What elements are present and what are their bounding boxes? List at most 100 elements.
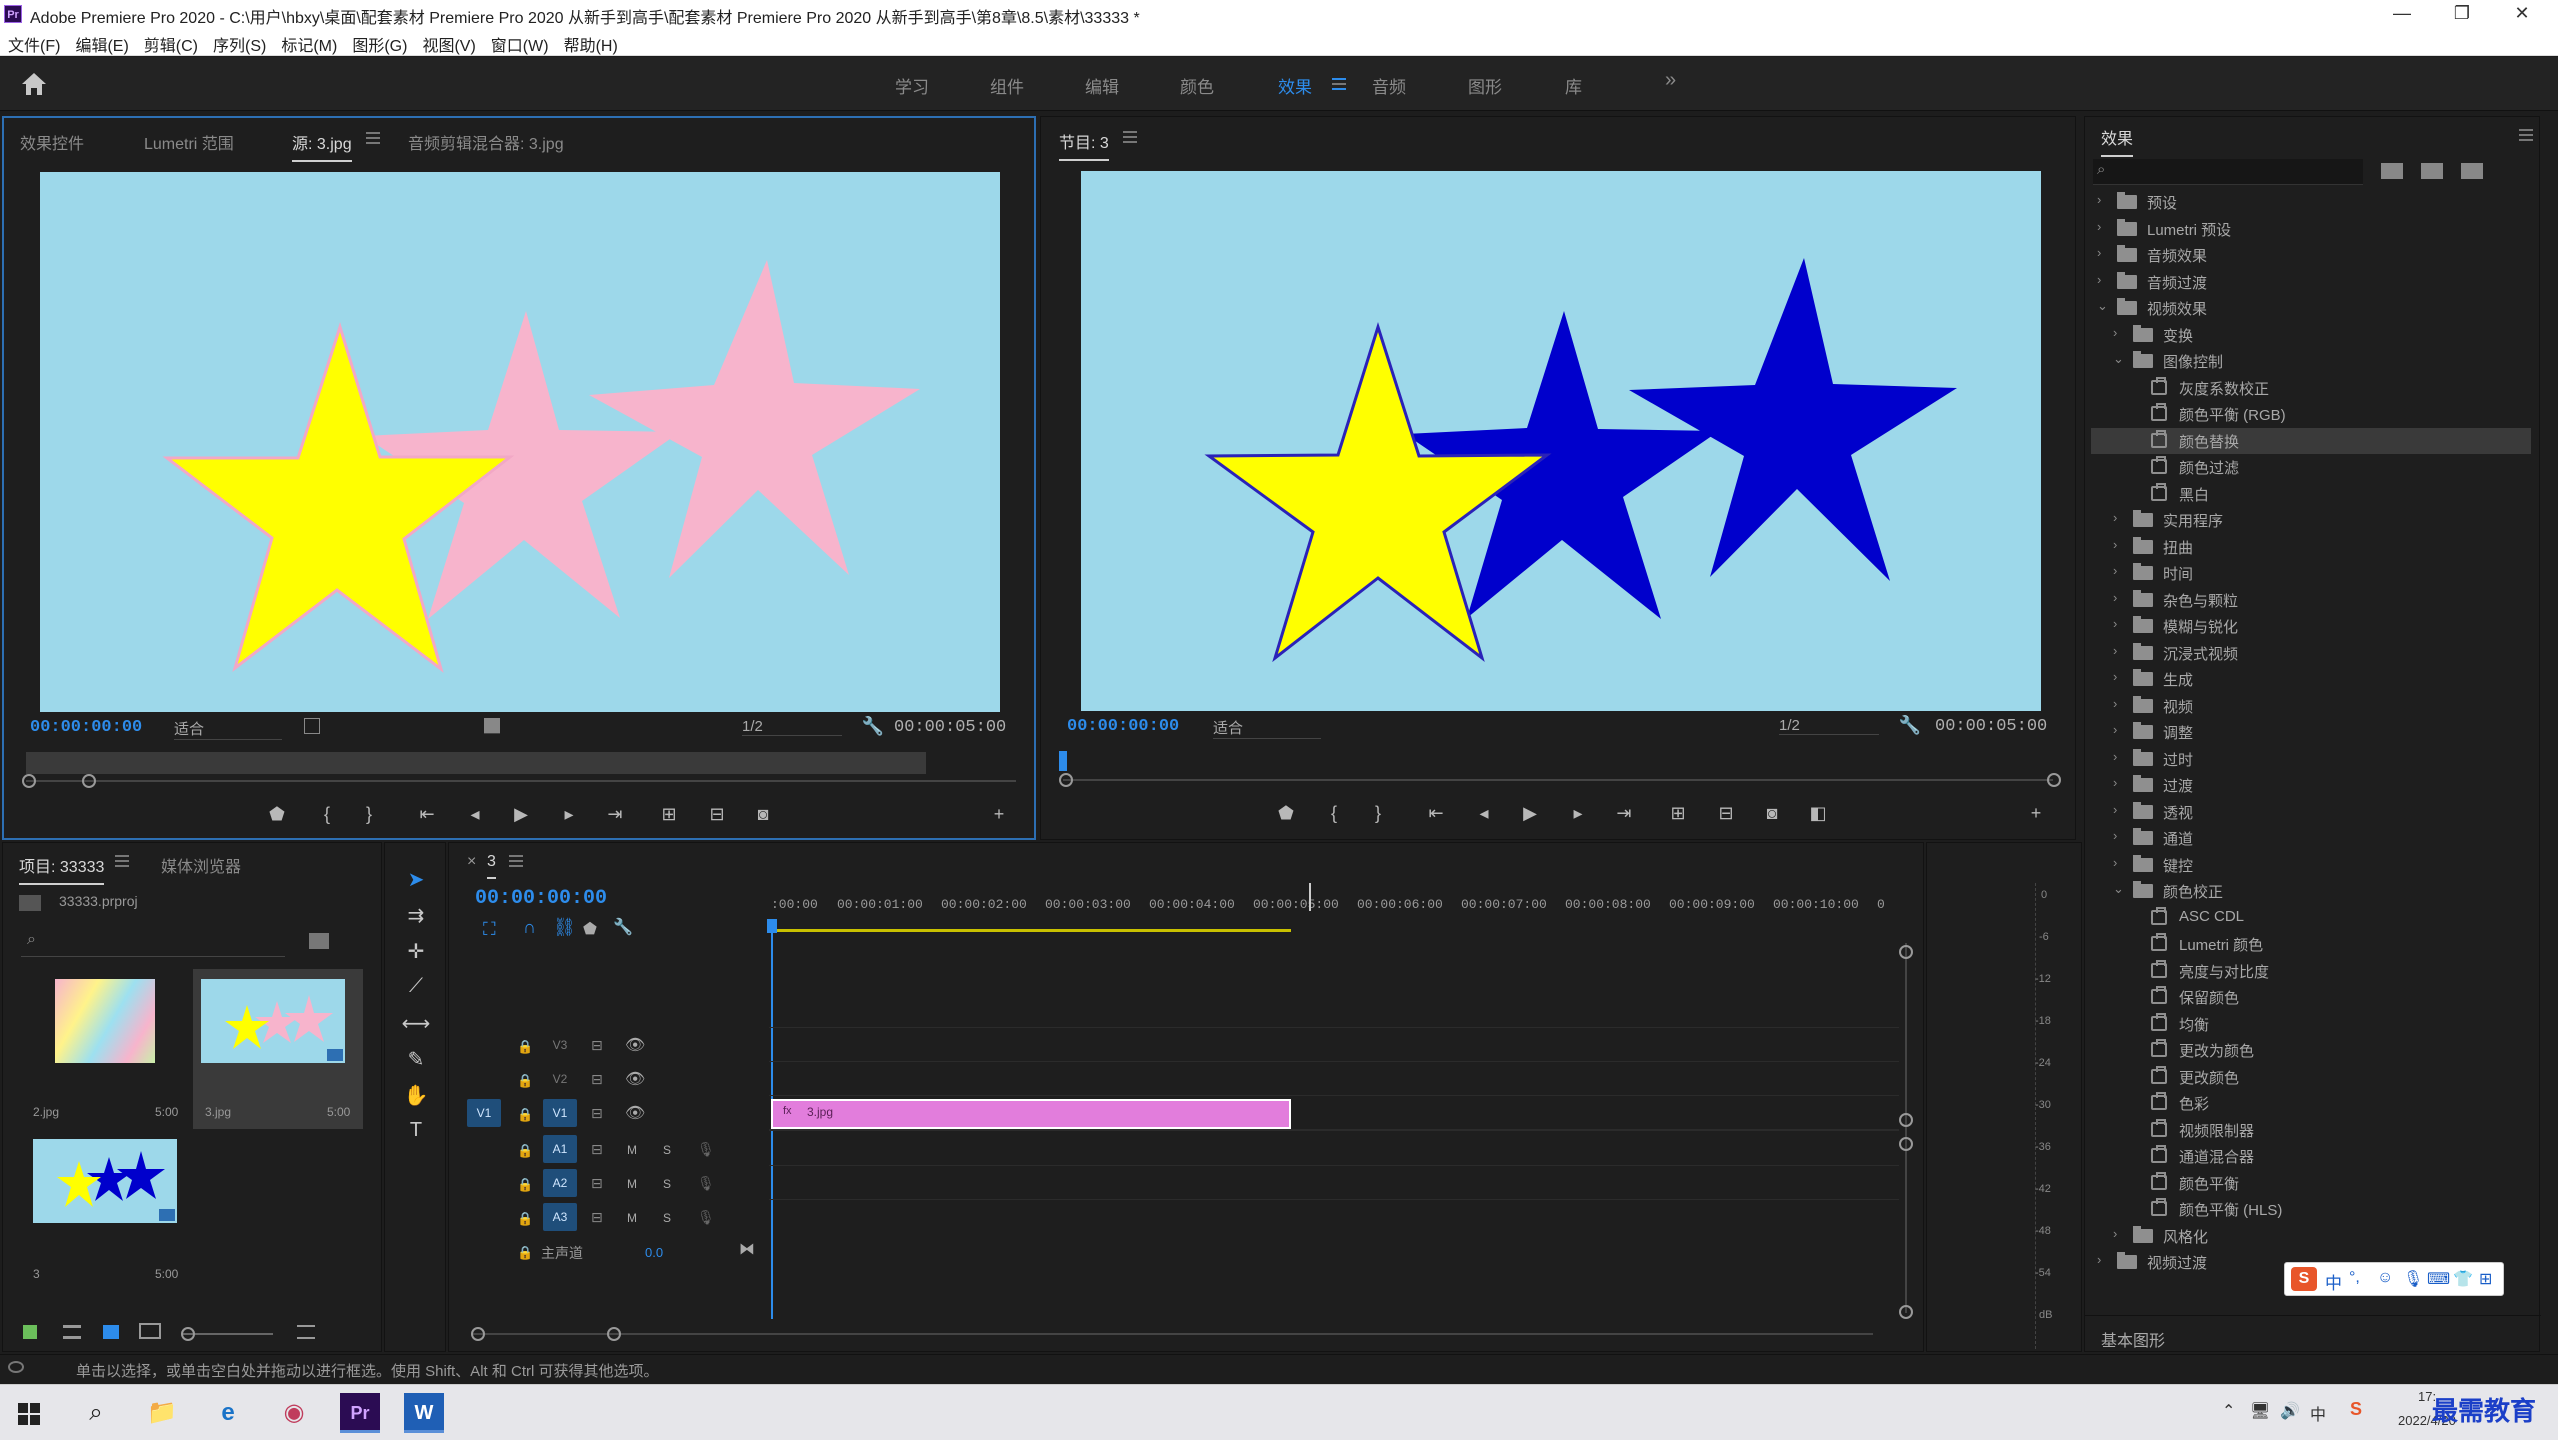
effect-folder[interactable]: › 杂色与颗粒 (2091, 587, 2531, 613)
project-panel-menu-icon[interactable] (115, 855, 129, 867)
zoom-handle-right[interactable] (2047, 773, 2061, 787)
tab-program[interactable]: 节目: 3 (1059, 129, 1109, 161)
minimize-button[interactable]: — (2372, 0, 2432, 28)
icon-view-icon[interactable] (103, 1325, 119, 1339)
step-back-icon[interactable]: ◂ (462, 804, 488, 825)
effect-folder[interactable]: › 模糊与锐化 (2091, 613, 2531, 639)
export-frame-icon[interactable]: ◙ (750, 804, 776, 825)
mark-in-icon[interactable]: { (314, 804, 340, 825)
snap-icon[interactable]: ∩ (523, 917, 536, 938)
track-a1[interactable]: A1 (543, 1135, 577, 1163)
add-marker-icon[interactable]: ⬟ (1273, 803, 1299, 824)
button-editor-icon[interactable]: + (2023, 803, 2049, 824)
chevron-right-icon[interactable]: › (2097, 272, 2109, 287)
source-resolution-dropdown[interactable]: 1/2 (742, 718, 842, 736)
source-time-ruler[interactable] (26, 752, 926, 774)
lift-icon[interactable]: ⊞ (1665, 803, 1691, 824)
sogou-ime-icon[interactable]: S (2291, 1267, 2317, 1291)
chevron-right-icon[interactable]: › (2097, 1252, 2109, 1267)
project-item-3-sequence[interactable]: 3 5:00 (31, 1135, 185, 1285)
track-v2[interactable]: V2 (543, 1065, 577, 1093)
effect-folder[interactable]: › 沉浸式视频 (2091, 640, 2531, 666)
effect-folder[interactable]: › 扭曲 (2091, 534, 2531, 560)
effect-item[interactable]: 更改为颜色 (2091, 1037, 2531, 1063)
menu-clip[interactable]: 剪辑(C) (136, 28, 205, 56)
eye-icon[interactable]: 👁 (625, 1103, 645, 1123)
effect-folder[interactable]: › 风格化 (2091, 1223, 2531, 1249)
mic-icon[interactable]: 🎙 (697, 1141, 715, 1158)
vertical-scrollbar[interactable] (1905, 943, 1907, 1313)
lock-icon[interactable]: 🔒 (517, 1039, 533, 1055)
chevron-right-icon[interactable]: › (2113, 749, 2125, 764)
timeline-timecode[interactable]: 00:00:00:00 (475, 887, 607, 910)
effect-folder[interactable]: › 视频 (2091, 693, 2531, 719)
chevron-right-icon[interactable]: › (2097, 245, 2109, 260)
network-icon[interactable]: 🖥 (2250, 1401, 2270, 1421)
essential-graphics-tab[interactable]: 基本图形 (2101, 1327, 2165, 1351)
safe-margins-icon[interactable] (304, 718, 320, 734)
sync-lock-icon[interactable]: ⊟ (591, 1209, 603, 1226)
timeline-menu-icon[interactable] (509, 855, 523, 867)
effect-folder[interactable]: › 时间 (2091, 560, 2531, 586)
chevron-right-icon[interactable]: › (2113, 616, 2125, 631)
chevron-right-icon[interactable]: › (2113, 510, 2125, 525)
new-bin-icon[interactable] (309, 933, 329, 949)
effect-folder[interactable]: › 调整 (2091, 719, 2531, 745)
effect-folder[interactable]: ⌄ 颜色校正 (2091, 878, 2531, 904)
more-workspaces-icon[interactable]: » (1665, 69, 1676, 92)
add-marker-icon[interactable]: ⬟ (583, 919, 597, 939)
mute-button[interactable]: M (627, 1211, 637, 1225)
play-icon[interactable]: ▶ (508, 804, 534, 825)
menu-markers[interactable]: 标记(M) (273, 28, 344, 56)
export-frame-icon[interactable]: ◙ (1759, 803, 1785, 824)
tray-chevron-icon[interactable]: ⌃ (2222, 1401, 2235, 1421)
eye-icon[interactable]: 👁 (625, 1035, 645, 1055)
hand-tool-icon[interactable]: ✋ (399, 1083, 433, 1113)
chevron-right-icon[interactable]: › (2113, 537, 2125, 552)
solo-button[interactable]: S (663, 1177, 671, 1191)
close-button[interactable]: ✕ (2492, 0, 2552, 28)
go-to-in-icon[interactable]: ⇤ (414, 804, 440, 825)
mute-button[interactable]: M (627, 1177, 637, 1191)
effect-folder[interactable]: › 音频过渡 (2091, 269, 2531, 295)
effect-folder[interactable]: › 生成 (2091, 666, 2531, 692)
wrench-icon[interactable]: 🔧 (613, 917, 633, 937)
go-to-in-icon[interactable]: ⇤ (1423, 803, 1449, 824)
program-time-ruler[interactable] (1063, 779, 2053, 781)
step-back-icon[interactable]: ◂ (1471, 803, 1497, 824)
effect-folder[interactable]: › 变换 (2091, 322, 2531, 348)
insert-icon[interactable]: ⊞ (656, 804, 682, 825)
chevron-right-icon[interactable]: › (2113, 590, 2125, 605)
toolbox-icon[interactable]: ⊞ (2479, 1269, 2492, 1289)
tab-media-browser[interactable]: 媒体浏览器 (161, 853, 241, 877)
extract-icon[interactable]: ⊟ (1713, 803, 1739, 824)
menu-graphics[interactable]: 图形(G) (344, 28, 414, 56)
tab-effect-controls[interactable]: 效果控件 (20, 130, 84, 154)
effect-item[interactable]: 颜色平衡 (2091, 1170, 2531, 1196)
snipping-app-icon[interactable]: ◉ (274, 1393, 314, 1433)
ime-mode-toggle[interactable]: 中 (2325, 1269, 2342, 1294)
chevron-right-icon[interactable]: › (2113, 643, 2125, 658)
mark-out-icon[interactable]: } (1365, 803, 1391, 824)
voice-icon[interactable]: 🎙 (2403, 1269, 2423, 1289)
lock-icon[interactable]: 🔒 (517, 1107, 533, 1123)
scroll-handle[interactable] (1899, 945, 1913, 959)
lock-icon[interactable]: 🔒 (517, 1211, 533, 1227)
track-a2[interactable]: A2 (543, 1169, 577, 1197)
type-tool-icon[interactable]: T (399, 1119, 433, 1149)
pen-tool-icon[interactable]: ✎ (399, 1047, 433, 1077)
time-ruler[interactable]: :00:00 00:00:01:00 00:00:02:00 00:00:03:… (769, 879, 1909, 935)
workspace-learning[interactable]: 学习 (895, 73, 929, 98)
sync-lock-icon[interactable]: ⊟ (591, 1175, 603, 1192)
wrench-icon[interactable]: 🔧 (1897, 715, 1923, 736)
scroll-handle[interactable] (471, 1327, 485, 1341)
source-timecode[interactable]: 00:00:00:00 (30, 718, 142, 737)
mute-button[interactable]: M (627, 1143, 637, 1157)
workspace-effects[interactable]: 效果 (1278, 73, 1312, 98)
nest-icon[interactable]: ⛶ (483, 919, 496, 940)
program-fit-dropdown[interactable]: 适合 (1213, 717, 1321, 739)
lock-icon[interactable] (23, 1325, 37, 1339)
step-forward-icon[interactable]: ▸ (556, 804, 582, 825)
chevron-down-icon[interactable]: ⌄ (2113, 881, 2125, 897)
master-volume-value[interactable]: 0.0 (645, 1245, 663, 1260)
